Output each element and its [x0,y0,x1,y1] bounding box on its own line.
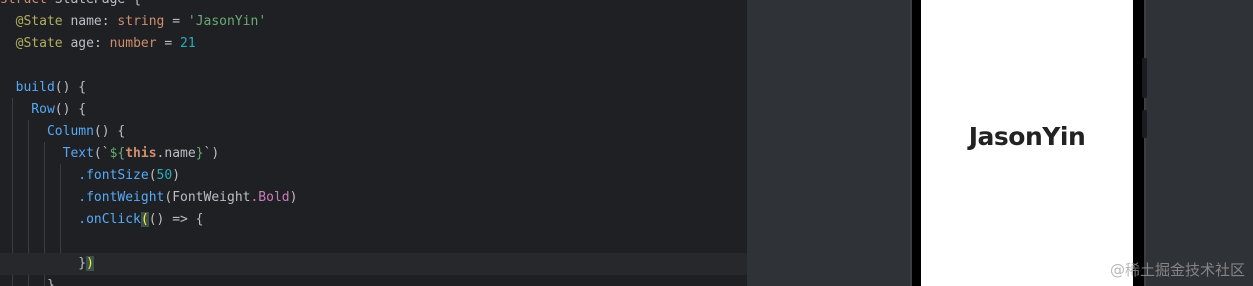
code-line[interactable] [0,55,747,77]
device-side-button [1142,110,1147,138]
code-token: name [70,14,102,29]
code-token: struct [0,0,55,7]
code-token: () { [54,80,87,95]
code-token: = [156,36,181,51]
code-token: this [125,146,157,161]
code-token: : [93,36,110,51]
code-token: ) [289,190,298,205]
code-token: FontWeight [172,190,251,205]
code-line[interactable]: .fontWeight(FontWeight.Bold) [0,187,747,209]
code-line[interactable]: struct StatePage { [0,0,747,11]
code-line[interactable]: Column() { [0,121,747,143]
code-line[interactable]: }) [0,253,747,275]
code-line[interactable]: @State name: string = 'JasonYin' [0,11,747,33]
code-token: ( [140,212,149,227]
code-token: @State [0,36,71,51]
code-token: ) [172,168,181,183]
code-line[interactable] [0,231,747,253]
code-line[interactable]: build() { [0,77,747,99]
code-token: .name [156,146,196,161]
code-line[interactable]: } [0,275,747,286]
code-token: 21 [180,36,196,51]
code-token: string [117,14,165,29]
code-line[interactable]: Row() { [0,99,747,121]
code-token: Row [0,102,55,117]
code-token: } [0,256,87,271]
code-token: Text [0,146,94,161]
code-token: } [0,278,55,286]
code-line[interactable]: @State age: number = 21 [0,33,747,55]
code-token: 50 [156,168,173,183]
code-token: ( [148,168,157,183]
code-token: = [164,14,188,29]
code-token: `) [203,146,220,161]
code-token: .Bold [250,190,290,205]
code-token: build [0,80,55,95]
code-token: number [109,36,157,51]
code-line[interactable]: .onClick(() => { [0,209,747,231]
code-token: () { [93,124,126,139]
code-token: () => { [148,212,204,227]
code-token: () { [54,102,87,117]
watermark: @稀土掘金技术社区 [1109,261,1245,279]
code-token: : [101,14,118,29]
code-token: (` [93,146,110,161]
code-token: 'JasonYin' [187,14,267,29]
code-token: @State [0,14,71,29]
code-token: age [70,36,94,51]
preview-name-text[interactable]: JasonYin [921,117,1133,157]
code-token: ) [86,256,94,271]
code-token: Column [0,124,94,139]
code-token: .fontSize [0,168,149,183]
code-line[interactable]: Text(`${this.name}`) [0,143,747,165]
code-token: StatePage [55,0,133,7]
code-token: .fontWeight [0,190,165,205]
code-token: ${ [109,146,126,161]
code-token: .onClick [0,212,141,227]
code-line[interactable]: .fontSize(50) [0,165,747,187]
code-token: } [195,146,204,161]
code-editor[interactable]: struct StatePage { @State name: string =… [0,0,747,286]
device-screen: JasonYin [921,0,1133,286]
code-token: { [133,0,141,7]
device-side-button [1142,58,1147,98]
